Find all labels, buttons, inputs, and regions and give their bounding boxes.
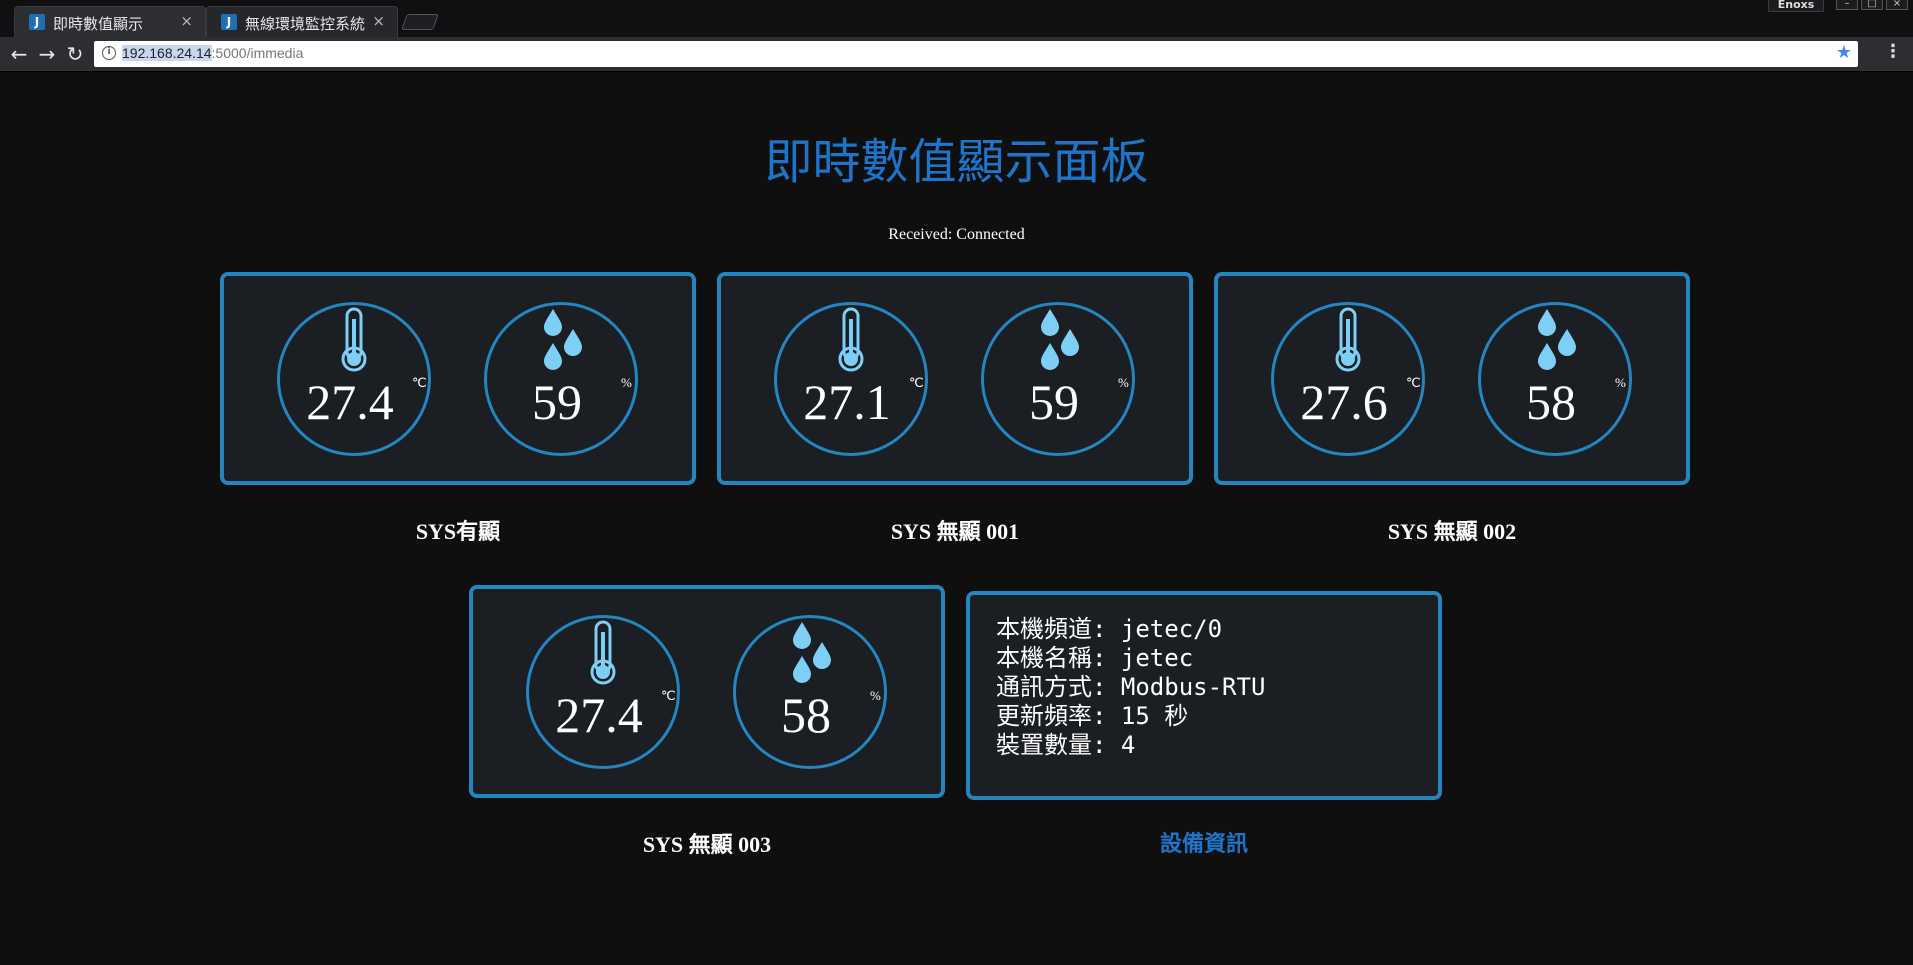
humidity-gauge: 58 % [733,615,887,769]
temperature-unit: ℃ [661,688,676,703]
temperature-gauge: 27.1 ℃ [774,302,928,456]
tab-realtime-display[interactable]: J 即時數值顯示 × [14,6,206,37]
humidity-unit: % [621,375,632,390]
info-protocol: 通訊方式: Modbus-RTU [996,673,1266,701]
humidity-unit: % [1118,375,1129,390]
humidity-gauge: 59 % [981,302,1135,456]
device-name: SYS有顯 [415,519,501,544]
temperature-value: 27.6 [1300,374,1388,430]
device-panel: 27.6 ℃ 58 % [1214,272,1690,485]
new-tab-button[interactable] [401,14,439,30]
tab-title: 即時數值顯示 [53,15,144,33]
connection-status: Received: Connected [888,226,1025,243]
device-panel: 27.4 ℃ 59 % [220,272,696,485]
temperature-value: 27.1 [803,374,891,430]
forward-arrow-icon[interactable]: → [34,41,60,67]
back-arrow-icon[interactable]: ← [6,41,32,67]
temperature-value: 27.4 [306,374,394,430]
minimize-icon[interactable]: – [1836,0,1858,10]
humidity-value: 59 [1029,374,1079,430]
temperature-gauge: 27.4 ℃ [277,302,431,456]
url-host: 192.168.24.14 [122,45,212,61]
browser-menu-icon[interactable]: ⋮ [1884,41,1902,62]
humidity-gauge: 58 % [1478,302,1632,456]
temperature-unit: ℃ [909,375,924,390]
device-info-title: 設備資訊 [1159,832,1248,857]
device-info-list: 本機頻道: jetec/0 本機名稱: jetec 通訊方式: Modbus-R… [996,615,1265,760]
tab-wireless-monitor[interactable]: J 無線環境監控系統 × [206,6,398,37]
info-channel: 本機頻道: jetec/0 [996,615,1223,643]
dashboard-page: 即時數值顯示面板 Received: Connected 27.4 ℃ 59 %… [0,72,1913,965]
device-panel: 27.4 ℃ 58 % [469,585,945,798]
temperature-gauge: 27.4 ℃ [526,615,680,769]
info-device-count: 裝置數量: 4 [996,731,1136,759]
url-path: :5000/immedia [211,45,304,61]
device-name: SYS 無顯 002 [1387,519,1517,544]
humidity-unit: % [870,688,881,703]
close-tab-icon[interactable]: × [372,12,385,30]
close-window-icon[interactable]: × [1886,0,1908,10]
device-name: SYS 無顯 003 [642,832,772,857]
humidity-value: 58 [1526,374,1576,430]
temperature-gauge: 27.6 ℃ [1271,302,1425,456]
tab-title: 無線環境監控系統 [245,15,366,33]
info-update-rate: 更新頻率: 15 秒 [996,702,1189,730]
device-name: SYS 無顯 001 [890,519,1020,544]
address-bar[interactable]: i 192.168.24.14:5000/immedia ★ [94,41,1858,67]
profile-button[interactable]: Enoxs [1768,0,1824,12]
site-favicon-icon: J [29,14,45,30]
reload-icon[interactable]: ↻ [62,41,88,67]
temperature-unit: ℃ [1406,375,1421,390]
browser-chrome: J 即時數值顯示 × J 無線環境監控系統 × Enoxs – □ × ← → … [0,0,1913,72]
browser-toolbar: ← → ↻ i 192.168.24.14:5000/immedia ★ [0,37,1913,72]
bookmark-star-icon[interactable]: ★ [1836,42,1852,63]
page-title: 即時數值顯示面板 [764,134,1149,190]
temperature-unit: ℃ [412,375,427,390]
device-panel: 27.1 ℃ 59 % [717,272,1193,485]
humidity-unit: % [1615,375,1626,390]
site-favicon-icon: J [221,14,237,30]
close-tab-icon[interactable]: × [180,12,193,30]
device-info-panel: 本機頻道: jetec/0 本機名稱: jetec 通訊方式: Modbus-R… [966,591,1442,800]
info-name: 本機名稱: jetec [996,644,1194,672]
tab-strip: J 即時數值顯示 × J 無線環境監控系統 × Enoxs – □ × [0,0,1913,37]
maximize-icon[interactable]: □ [1861,0,1883,10]
url-text: 192.168.24.14:5000/immedia [122,45,303,61]
humidity-value: 58 [781,687,831,743]
humidity-gauge: 59 % [484,302,638,456]
site-info-icon[interactable]: i [102,46,116,60]
humidity-value: 59 [532,374,582,430]
temperature-value: 27.4 [555,687,643,743]
